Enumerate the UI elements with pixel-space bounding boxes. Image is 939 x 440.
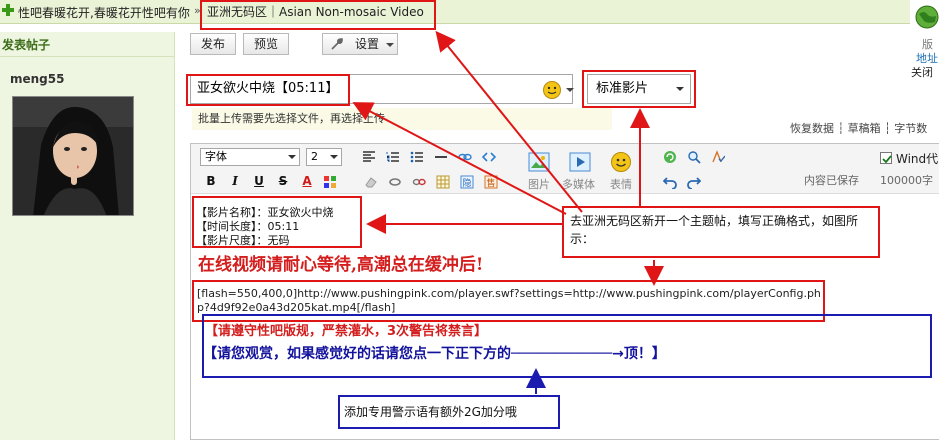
annotation-box-info: [192, 196, 362, 248]
check-icon: [882, 155, 892, 164]
refresh-icon[interactable]: [663, 150, 677, 164]
wind-code-checkbox[interactable]: [880, 152, 892, 164]
image-button-label[interactable]: 图片: [528, 176, 550, 192]
avatar-photo: [13, 97, 133, 215]
plus-icon: [2, 4, 14, 16]
unordered-list-icon[interactable]: [410, 150, 424, 164]
italic-button[interactable]: I: [228, 174, 242, 188]
bold-button[interactable]: B: [204, 174, 218, 188]
sell-content-icon[interactable]: 售: [484, 175, 498, 189]
draft-links[interactable]: 恢复数据 ┆ 草稿箱 ┆ 字节数: [790, 120, 927, 136]
chevron-down-icon: [386, 43, 394, 47]
float-close-link[interactable]: 关闭: [911, 64, 933, 80]
eraser-icon[interactable]: [364, 175, 378, 189]
username: meng55: [10, 72, 65, 86]
annotation-box-warning: [202, 314, 932, 378]
unlink-icon[interactable]: [412, 175, 426, 189]
emoji-button-label[interactable]: 表情: [610, 176, 632, 192]
align-left-icon[interactable]: [362, 150, 376, 164]
annotation-instruction: 去亚洲无码区新开一个主题帖，填写正确格式，如图所示：: [562, 206, 880, 258]
font-family-select[interactable]: 字体: [200, 148, 300, 166]
undo-icon[interactable]: [663, 175, 677, 189]
annotation-box-category: [582, 70, 696, 108]
find-replace-icon[interactable]: [687, 150, 701, 164]
avatar: [12, 96, 134, 216]
image-icon[interactable]: [528, 151, 550, 173]
underline-button[interactable]: U: [252, 174, 266, 188]
upload-hint: 批量上传需要先选择文件，再选择上传: [192, 108, 612, 130]
chevron-down-icon: [288, 155, 296, 159]
annotation-box-forum: [200, 0, 436, 30]
svg-text:隐: 隐: [462, 177, 471, 189]
horizontal-rule-icon[interactable]: [434, 150, 448, 164]
svg-text:售: 售: [486, 177, 495, 189]
sidebar-divider: [0, 56, 175, 57]
wind-code-label: Wind代: [896, 152, 939, 166]
redo-icon[interactable]: [687, 175, 701, 189]
annotation-box-title: [186, 74, 350, 106]
background-color-icon[interactable]: [323, 175, 337, 189]
smiley-icon[interactable]: [542, 80, 562, 100]
media-button-label[interactable]: 多媒体: [562, 176, 595, 192]
code-icon[interactable]: [482, 150, 496, 164]
link-icon[interactable]: [458, 150, 472, 164]
ordered-list-icon[interactable]: [386, 150, 400, 164]
spellcheck-icon[interactable]: [711, 150, 725, 164]
chevron-down-icon[interactable]: [566, 88, 574, 92]
wrench-icon: [331, 38, 343, 50]
chevron-down-icon: [330, 155, 338, 159]
table-icon[interactable]: [436, 175, 450, 189]
buffering-notice: 在线视频请耐心等待,高潮总在缓冲后!: [198, 255, 484, 275]
breadcrumb-home-link[interactable]: 性吧春暖花开,春暖花开性吧有你: [18, 4, 190, 21]
globe-icon[interactable]: [914, 2, 939, 32]
autosave-status: 内容已保存: [804, 174, 859, 187]
word-count: 100000字: [880, 174, 933, 187]
media-icon[interactable]: [569, 151, 591, 173]
emoji-icon[interactable]: [610, 151, 632, 173]
hide-content-icon[interactable]: 隐: [460, 175, 474, 189]
attachment-link-icon[interactable]: [388, 175, 402, 189]
font-color-button[interactable]: A: [300, 174, 314, 188]
left-sidebar: [0, 32, 175, 440]
annotation-bonus-note: 添加专用警示语有额外2G加分哦: [338, 395, 560, 429]
strikethrough-button[interactable]: S: [276, 174, 290, 188]
preview-button[interactable]: 预览: [243, 33, 289, 55]
publish-button[interactable]: 发布: [190, 33, 236, 55]
post-title-label: 发表帖子: [2, 38, 51, 52]
truncated-label: 版: [922, 38, 933, 51]
